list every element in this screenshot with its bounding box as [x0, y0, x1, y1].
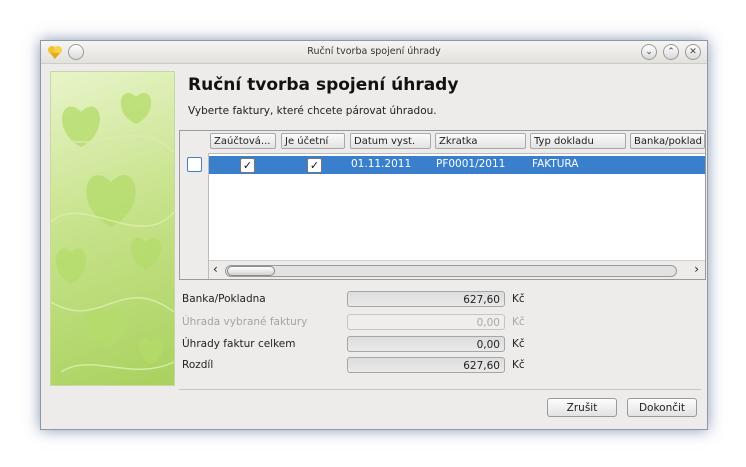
minimize-icon[interactable]: ⌄ — [641, 44, 657, 60]
finish-button[interactable]: Dokončit — [627, 398, 697, 417]
footer-divider — [179, 389, 701, 390]
table-row[interactable]: ✓ ✓ 01.11.2011 PF0001/2011 FAKTURA — [209, 156, 705, 174]
banka-unit: Kč — [512, 293, 525, 305]
invoice-table[interactable]: Zaúčtová... Je účetní Datum vyst. Zkratk… — [179, 130, 706, 280]
column-header-typ-dokladu[interactable]: Typ dokladu — [530, 133, 626, 149]
close-icon[interactable]: ✕ — [685, 44, 701, 60]
rozdil-label: Rozdíl — [182, 359, 214, 371]
cell-datum: 01.11.2011 — [351, 158, 412, 170]
maximize-icon[interactable]: ⌃ — [663, 44, 679, 60]
scroll-thumb[interactable] — [227, 266, 275, 276]
page-subtitle: Vyberte faktury, které chcete párovat úh… — [188, 105, 437, 117]
decorative-sidebar — [50, 71, 175, 386]
uhrada-label: Úhrada vybrané faktury — [182, 316, 308, 328]
column-header-zauctovano[interactable]: Zaúčtová... — [210, 133, 276, 149]
column-header-zkratka[interactable]: Zkratka — [435, 133, 526, 149]
cell-zkratka: PF0001/2011 — [436, 158, 506, 170]
cell-typ: FAKTURA — [532, 158, 579, 170]
horizontal-scrollbar[interactable]: ‹ › — [209, 260, 705, 279]
celkem-label: Úhrady faktur celkem — [182, 338, 296, 350]
page-heading: Ruční tvorba spojení úhrady — [188, 75, 459, 95]
scroll-track[interactable] — [225, 265, 677, 277]
je-ucetni-checkbox[interactable]: ✓ — [307, 158, 322, 173]
banka-field: 627,60 — [347, 291, 505, 307]
banka-label: Banka/Pokladna — [182, 293, 266, 305]
scroll-right-icon[interactable]: › — [694, 262, 699, 276]
zauctovano-checkbox[interactable]: ✓ — [240, 158, 255, 173]
uhrada-field: 0,00 — [347, 314, 505, 330]
celkem-unit: Kč — [512, 338, 525, 350]
row-select-checkbox[interactable] — [187, 157, 202, 172]
scroll-left-icon[interactable]: ‹ — [213, 262, 218, 276]
column-header-banka[interactable]: Banka/poklad — [630, 133, 705, 149]
title-bar[interactable]: Ruční tvorba spojení úhrady ⌄ ⌃ ✕ — [41, 41, 707, 64]
window-title: Ruční tvorba spojení úhrady — [307, 46, 441, 57]
rozdil-field: 627,60 — [347, 357, 505, 373]
table-header: Zaúčtová... Je účetní Datum vyst. Zkratk… — [180, 131, 705, 154]
column-header-je-ucetni[interactable]: Je účetní — [281, 133, 345, 149]
column-header-datum[interactable]: Datum vyst. — [350, 133, 431, 149]
celkem-field: 0,00 — [347, 336, 505, 352]
leaf-pattern-icon — [51, 92, 174, 373]
cancel-button[interactable]: Zrušit — [547, 398, 617, 417]
dialog-window: Ruční tvorba spojení úhrady ⌄ ⌃ ✕ Ruční … — [40, 40, 708, 430]
uhrada-unit: Kč — [512, 316, 525, 328]
rozdil-unit: Kč — [512, 359, 525, 371]
